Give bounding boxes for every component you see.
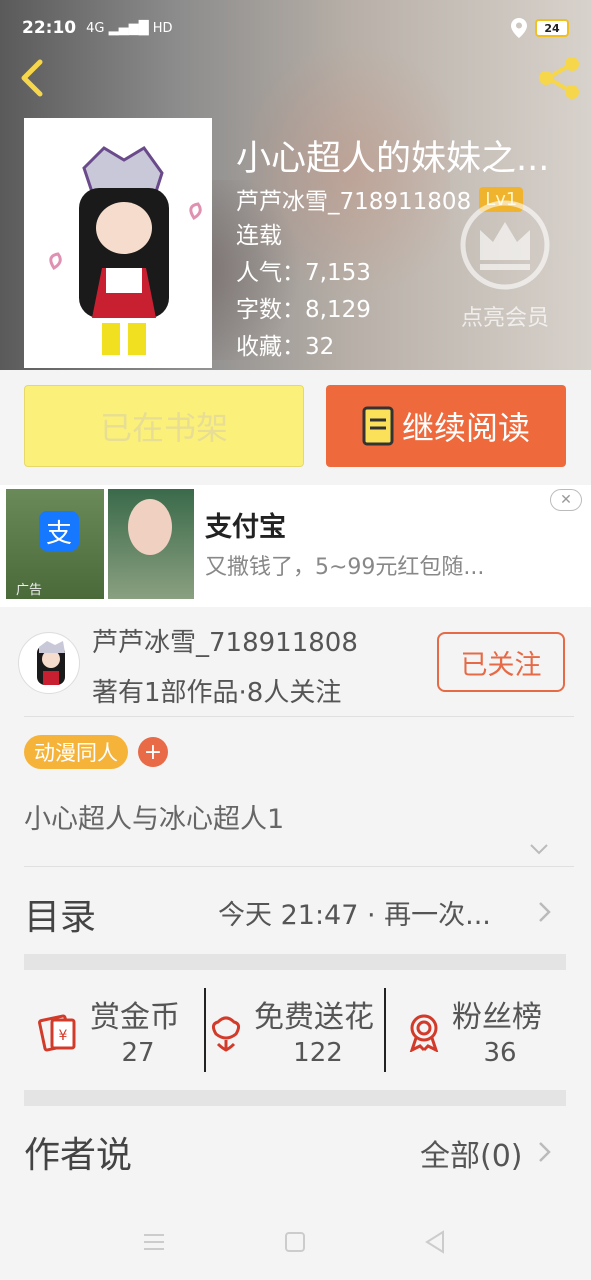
stat-value: 36: [483, 1038, 517, 1068]
in-bookshelf-button[interactable]: 已在书架: [24, 385, 304, 467]
alipay-logo-icon: 支: [39, 511, 79, 551]
follow-button[interactable]: 已关注: [437, 632, 565, 692]
words-value: 8,129: [305, 297, 371, 323]
stat-value: 27: [121, 1038, 155, 1068]
share-button[interactable]: [536, 56, 582, 100]
book-title: 小心超人的妹妹之...: [236, 139, 550, 179]
add-tag-button[interactable]: +: [138, 737, 168, 767]
reward-coins-button[interactable]: ¥ 赏金币 27: [24, 990, 204, 1072]
book-author[interactable]: 芦芦冰雪_718911808: [236, 182, 471, 216]
book-cover[interactable]: [24, 118, 212, 368]
vip-button[interactable]: 点亮会员: [450, 200, 560, 331]
ad-description: 又撒钱了，5~99元红包随...: [205, 555, 485, 580]
divider: [24, 716, 574, 717]
menu-icon[interactable]: [134, 1222, 174, 1262]
ad-title: 支付宝: [205, 512, 286, 543]
favorites-value: 32: [305, 334, 335, 360]
flower-icon: [211, 1016, 241, 1052]
home-icon[interactable]: [275, 1222, 315, 1262]
words-label: 字数：: [236, 297, 305, 323]
toc-latest-chapter[interactable]: 今天 21:47 · 再一次...: [218, 893, 528, 932]
medal-icon: [409, 1014, 439, 1052]
avatar-illustration: [37, 641, 65, 685]
section-separator: [24, 1090, 566, 1106]
author-says-title: 作者说: [24, 1135, 133, 1176]
status-time: 22:10: [22, 18, 77, 38]
network-type: 4G: [86, 20, 105, 36]
send-flower-button[interactable]: 免费送花 122: [206, 990, 384, 1072]
battery-icon: 24: [535, 19, 569, 37]
avatar[interactable]: [18, 632, 80, 694]
author-says-chevron[interactable]: [534, 1140, 554, 1164]
chevron-right-icon: [539, 1142, 551, 1162]
share-icon: [539, 57, 579, 99]
back-button[interactable]: [14, 58, 50, 98]
popularity-label: 人气：: [236, 260, 305, 286]
book-popularity: 人气：7,153: [236, 253, 371, 287]
system-nav-bar: [0, 1200, 591, 1280]
back-chevron-icon: [21, 59, 43, 97]
stat-label: 赏金币: [90, 1000, 180, 1035]
divider: [24, 866, 574, 867]
author-says-all[interactable]: 全部(0): [420, 1131, 523, 1175]
signal-label: HD: [152, 20, 173, 36]
continue-reading-label: 继续阅读: [401, 409, 530, 447]
cover-illustration: [49, 146, 202, 355]
status-right: 24: [511, 18, 569, 38]
ad-image: [108, 489, 194, 599]
ad-label: 广告: [16, 583, 43, 598]
vip-label: 点亮会员: [460, 306, 549, 331]
stat-value: 122: [293, 1038, 343, 1068]
expand-button[interactable]: [528, 838, 550, 860]
book-status: 连载: [236, 223, 282, 249]
genre-tag[interactable]: 动漫同人: [24, 735, 128, 769]
section-separator: [24, 954, 566, 970]
author-name[interactable]: 芦芦冰雪_718911808: [92, 622, 358, 659]
chevron-right-icon: [539, 902, 551, 922]
ad-person: [128, 499, 172, 555]
toc-title[interactable]: 目录: [24, 888, 96, 940]
popularity-value: 7,153: [305, 260, 371, 286]
svg-text:¥: ¥: [59, 1028, 68, 1044]
network-indicator: 4G ▂▄▆█ HD: [86, 20, 173, 36]
toc-chevron[interactable]: [534, 900, 554, 924]
location-icon: [511, 18, 527, 38]
chevron-down-icon: [530, 844, 548, 855]
coin-envelope-icon: ¥: [38, 1014, 76, 1052]
author-works: 著有1部作品·8人关注: [92, 678, 342, 708]
book-description: 小心超人与冰心超人1: [24, 804, 285, 835]
close-icon[interactable]: ✕: [550, 489, 582, 511]
continue-reading-button[interactable]: 继续阅读: [326, 385, 566, 467]
status-bar: 22:10 4G ▂▄▆█ HD 24: [0, 0, 591, 56]
back-icon[interactable]: [415, 1222, 455, 1262]
ad-banner[interactable]: 支 广告 支付宝 又撒钱了，5~99元红包随... ✕: [0, 485, 591, 607]
fan-ranking-button[interactable]: 粉丝榜 36: [386, 990, 566, 1072]
favorites-label: 收藏：: [236, 334, 305, 360]
crown-icon: [460, 200, 550, 290]
book-favorites: 收藏：32: [236, 327, 334, 361]
ad-image: 支 广告: [6, 489, 104, 599]
stat-label: 粉丝榜: [452, 1000, 542, 1035]
book-words: 字数：8,129: [236, 290, 371, 324]
stat-label: 免费送花: [254, 1000, 374, 1035]
book-icon: [362, 406, 394, 446]
